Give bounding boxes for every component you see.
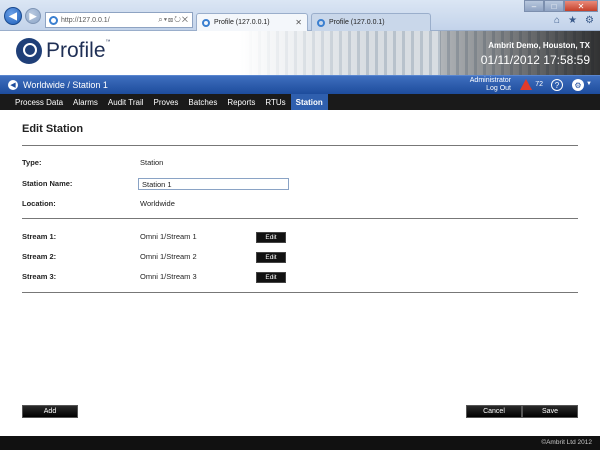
ie-icon [49,15,58,25]
breadcrumb[interactable]: Worldwide / Station 1 [23,80,108,90]
breadcrumb-bar: ◀ Worldwide / Station 1 Administrator Lo… [0,75,600,94]
stream-value: Omni 1/Stream 1 [140,232,197,241]
user-block: Administrator Log Out [470,77,511,93]
favorites-star-icon[interactable]: ★ [568,15,577,26]
forward-arrow-icon[interactable]: ▶ [25,8,41,24]
edit-station-panel: Edit Station Type: Station Station Name:… [0,110,600,436]
browser-tab-active[interactable]: Profile (127.0.0.1) ✕ [196,13,308,31]
tab-rtus[interactable]: RTUs [260,94,290,110]
tab-alarms[interactable]: Alarms [68,94,103,110]
user-name: Administrator [469,77,511,84]
location-value: Worldwide [140,199,175,208]
type-value: Station [140,158,164,167]
app-header: Profile™ Ambrit Demo, Houston, TX 01/11/… [0,31,600,75]
stream-value: Omni 1/Stream 2 [140,252,197,261]
back-arrow-icon[interactable]: ◀ [4,7,22,25]
home-icon[interactable]: ⌂ [554,15,560,26]
station-name-input[interactable] [138,178,289,190]
tab-reports[interactable]: Reports [222,94,260,110]
address-bar[interactable]: http://127.0.0.1/ ⌕▾⊠↻✕ [45,12,193,28]
app-footer: ©Ambrit Ltd 2012 [0,436,600,450]
minimize-icon[interactable]: – [524,0,544,12]
edit-stream-button[interactable]: Edit [256,252,286,263]
tab-proves[interactable]: Proves [149,94,184,110]
main-nav: Process Data Alarms Audit Trail Proves B… [0,94,600,110]
edit-stream-button[interactable]: Edit [256,232,286,243]
address-tools-icon[interactable]: ⌕▾⊠↻✕ [158,15,189,25]
logo-mark-icon [16,38,42,64]
help-icon[interactable]: ? [551,79,563,91]
stream-label: Stream 3: [22,272,57,281]
window-controls: – □ ✕ [524,0,598,12]
tab-process-data[interactable]: Process Data [10,94,68,110]
tab-audit-trail[interactable]: Audit Trail [103,94,149,110]
chevron-down-icon[interactable]: ▼ [586,81,592,87]
station-name-label: Station Name: [22,179,73,188]
edit-stream-button[interactable]: Edit [256,272,286,283]
alarm-warning-icon[interactable] [520,79,532,90]
divider [22,218,578,219]
cancel-button[interactable]: Cancel [466,405,522,418]
page-title: Edit Station [22,123,84,135]
add-button[interactable]: Add [22,405,78,418]
close-window-icon[interactable]: ✕ [564,0,598,12]
logo-text: Profile™ [46,39,111,62]
alarm-count[interactable]: 72 [535,81,543,88]
tab-station[interactable]: Station [290,94,328,110]
browser-chrome: ◀ ▶ http://127.0.0.1/ ⌕▾⊠↻✕ Profile (127… [0,0,600,31]
close-tab-icon[interactable]: ✕ [295,18,302,27]
divider [22,145,578,146]
stream-value: Omni 1/Stream 3 [140,272,197,281]
current-datetime: 01/11/2012 17:58:59 [480,53,590,67]
maximize-icon[interactable]: □ [544,0,564,12]
browser-tab-label: Profile (127.0.0.1) [329,19,385,26]
stream-label: Stream 1: [22,232,57,241]
divider [22,292,578,293]
tools-gear-icon[interactable]: ⚙ [585,15,594,26]
site-name: Ambrit Demo, Houston, TX [488,41,590,50]
location-label: Location: [22,199,56,208]
browser-tab-label: Profile (127.0.0.1) [214,19,270,26]
type-label: Type: [22,158,42,167]
ie-tab-icon [202,18,210,27]
stream-label: Stream 2: [22,252,57,261]
copyright: ©Ambrit Ltd 2012 [541,439,592,446]
back-circle-icon[interactable]: ◀ [8,80,18,90]
settings-icon[interactable]: ⚙ [572,79,584,91]
save-button[interactable]: Save [522,405,578,418]
browser-tab-inactive[interactable]: Profile (127.0.0.1) [311,13,431,31]
tab-batches[interactable]: Batches [183,94,222,110]
profile-logo: Profile™ [16,38,111,64]
logout-link[interactable]: Log Out [470,85,511,93]
address-url[interactable]: http://127.0.0.1/ [61,17,110,24]
browser-toolbar-icons: ⌂ ★ ⚙ [554,15,594,26]
ie-tab-icon [317,18,325,27]
